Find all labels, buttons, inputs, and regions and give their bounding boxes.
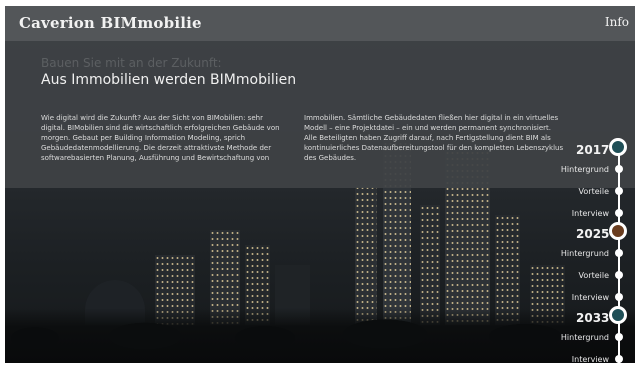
timeline-dot-icon[interactable] xyxy=(615,187,623,195)
timeline-item-hintergrund[interactable]: Hintergrund xyxy=(529,249,609,258)
top-bar: Caverion BIMmobilie Info xyxy=(5,6,635,41)
timeline-dot-icon[interactable] xyxy=(615,209,623,217)
timeline-marker-icon[interactable] xyxy=(609,138,627,156)
timeline-dot-icon[interactable] xyxy=(615,355,623,363)
timeline-dot-icon[interactable] xyxy=(615,293,623,301)
timeline-item-interview[interactable]: Interview xyxy=(529,355,609,363)
timeline-item-interview[interactable]: Interview xyxy=(529,209,609,218)
intro-headline: Aus Immobilien werden BIMmobilien xyxy=(41,72,297,88)
timeline-year-2033[interactable]: 2033 xyxy=(576,311,609,325)
timeline-item-hintergrund[interactable]: Hintergrund xyxy=(529,333,609,342)
timeline-item-hintergrund[interactable]: Hintergrund xyxy=(529,165,609,174)
timeline-marker-icon[interactable] xyxy=(609,306,627,324)
app-title: Caverion BIMmobilie xyxy=(19,14,202,32)
timeline-dot-icon[interactable] xyxy=(615,333,623,341)
timeline-dot-icon[interactable] xyxy=(615,165,623,173)
intro-kicker: Bauen Sie mit an der Zukunft: xyxy=(41,56,222,70)
timeline-item-interview[interactable]: Interview xyxy=(529,293,609,302)
info-link[interactable]: Info xyxy=(605,15,629,29)
timeline-year-2025[interactable]: 2025 xyxy=(576,227,609,241)
intro-paragraph-left: Wie digital wird die Zukunft? Aus der Si… xyxy=(41,114,280,162)
building xyxy=(355,185,377,325)
timeline-item-vorteile[interactable]: Vorteile xyxy=(529,271,609,280)
timeline-dot-icon[interactable] xyxy=(615,249,623,257)
timeline-marker-icon[interactable] xyxy=(609,222,627,240)
timeline-item-vorteile[interactable]: Vorteile xyxy=(529,187,609,196)
building xyxy=(420,205,440,325)
timeline-year-2017[interactable]: 2017 xyxy=(576,143,609,157)
app-window: Caverion BIMmobilie Info Bauen Sie mit a… xyxy=(5,6,635,363)
intro-paragraph-right: Immobilien. Sämtliche Gebäudedaten fließ… xyxy=(304,114,564,162)
timeline-dot-icon[interactable] xyxy=(615,271,623,279)
